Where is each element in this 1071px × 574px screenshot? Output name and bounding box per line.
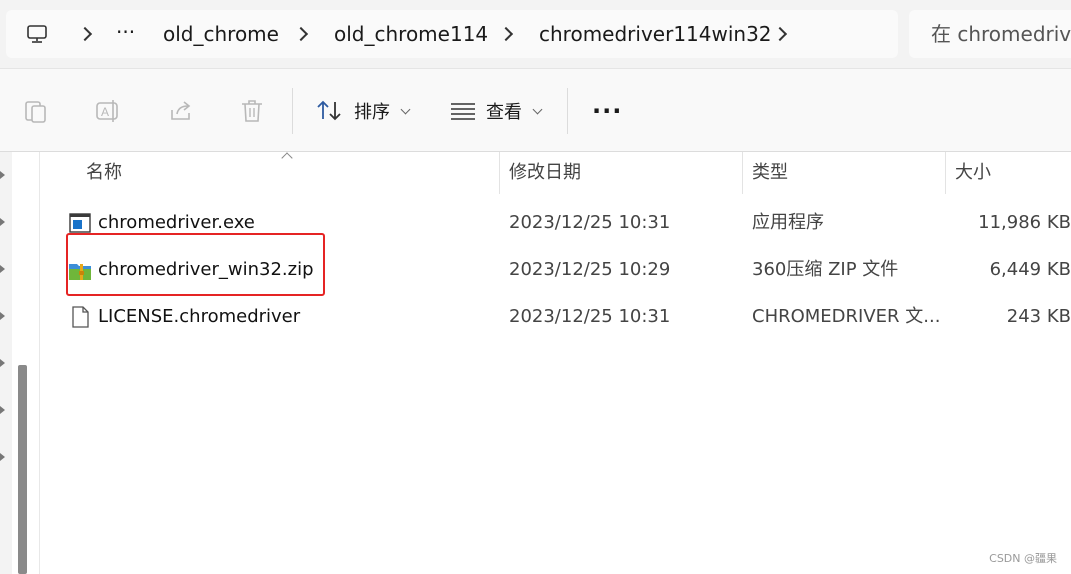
sort-icon bbox=[317, 100, 341, 121]
expand-arrow-icon[interactable] bbox=[0, 406, 5, 414]
breadcrumb-old-chrome114[interactable]: old_chrome114 bbox=[334, 10, 488, 58]
column-header-row: 名称 修改日期 类型 大小 bbox=[40, 152, 1071, 194]
copy-button[interactable] bbox=[24, 69, 48, 153]
nav-scrollbar-thumb[interactable] bbox=[18, 365, 27, 574]
rename-icon: A bbox=[96, 100, 118, 122]
svg-text:A: A bbox=[101, 105, 109, 119]
column-header-type[interactable]: 类型 bbox=[752, 152, 788, 194]
file-date: 2023/12/25 10:29 bbox=[509, 259, 671, 280]
breadcrumb-chromedriver114win32[interactable]: chromedriver114win32 bbox=[539, 10, 772, 58]
view-list-icon bbox=[451, 103, 475, 120]
expand-arrow-icon[interactable] bbox=[0, 171, 5, 179]
file-row[interactable]: LICENSE.chromedriver 2023/12/25 10:31 CH… bbox=[40, 293, 1071, 340]
column-header-name[interactable]: 名称 bbox=[86, 152, 122, 194]
share-button[interactable] bbox=[168, 69, 194, 153]
expand-arrow-icon[interactable] bbox=[0, 312, 5, 320]
column-divider[interactable] bbox=[742, 152, 743, 194]
chevron-down-icon bbox=[400, 104, 411, 114]
expand-arrow-icon[interactable] bbox=[0, 453, 5, 461]
breadcrumb-old-chrome[interactable]: old_chrome bbox=[163, 10, 279, 58]
breadcrumb-overflow[interactable]: ··· bbox=[116, 8, 135, 56]
toolbar-divider bbox=[567, 88, 568, 134]
view-label: 查看 bbox=[486, 102, 522, 123]
delete-button[interactable] bbox=[240, 69, 264, 153]
exe-icon bbox=[69, 213, 91, 233]
command-bar: A 排序 查看 ··· bbox=[0, 68, 1071, 152]
address-bar-area: ··· old_chrome old_chrome114 chromedrive… bbox=[0, 0, 1071, 68]
expand-arrow-icon[interactable] bbox=[0, 218, 5, 226]
file-size: 243 KB bbox=[1006, 306, 1071, 327]
chevron-right-icon[interactable] bbox=[293, 26, 309, 42]
file-date: 2023/12/25 10:31 bbox=[509, 306, 671, 327]
trash-icon bbox=[242, 100, 262, 122]
highlight-box bbox=[66, 233, 325, 296]
navigation-pane[interactable] bbox=[0, 152, 12, 574]
file-type: CHROMEDRIVER 文... bbox=[752, 306, 941, 327]
sort-label: 排序 bbox=[354, 102, 390, 123]
view-button[interactable]: 查看 bbox=[450, 69, 543, 153]
file-type: 360压缩 ZIP 文件 bbox=[752, 259, 899, 280]
column-header-size[interactable]: 大小 bbox=[955, 152, 991, 194]
expand-arrow-icon[interactable] bbox=[0, 359, 5, 367]
watermark: CSDN @疆果 bbox=[989, 552, 1057, 565]
more-options-button[interactable]: ··· bbox=[592, 69, 622, 153]
file-type: 应用程序 bbox=[752, 212, 824, 233]
file-size: 6,449 KB bbox=[989, 259, 1071, 280]
chevron-down-icon bbox=[532, 104, 543, 114]
file-size: 11,986 KB bbox=[978, 212, 1071, 233]
expand-arrow-icon[interactable] bbox=[0, 265, 5, 273]
file-name: LICENSE.chromedriver bbox=[98, 306, 301, 327]
file-date: 2023/12/25 10:31 bbox=[509, 212, 671, 233]
column-divider[interactable] bbox=[499, 152, 500, 194]
chevron-right-icon[interactable] bbox=[772, 26, 788, 42]
column-divider[interactable] bbox=[945, 152, 946, 194]
search-input[interactable]: 在 chromedriver114win32 中搜索 bbox=[909, 10, 1071, 58]
computer-icon[interactable] bbox=[26, 23, 48, 45]
column-header-date[interactable]: 修改日期 bbox=[509, 152, 581, 194]
chevron-right-icon[interactable] bbox=[498, 26, 514, 42]
file-icon bbox=[72, 306, 89, 328]
rename-button[interactable]: A bbox=[95, 69, 123, 153]
sort-button[interactable]: 排序 bbox=[316, 69, 411, 153]
copy-icon bbox=[25, 101, 46, 123]
share-icon bbox=[171, 101, 191, 120]
address-bar[interactable]: ··· old_chrome old_chrome114 chromedrive… bbox=[6, 10, 898, 58]
toolbar-divider bbox=[292, 88, 293, 134]
chevron-right-icon[interactable] bbox=[77, 26, 93, 42]
